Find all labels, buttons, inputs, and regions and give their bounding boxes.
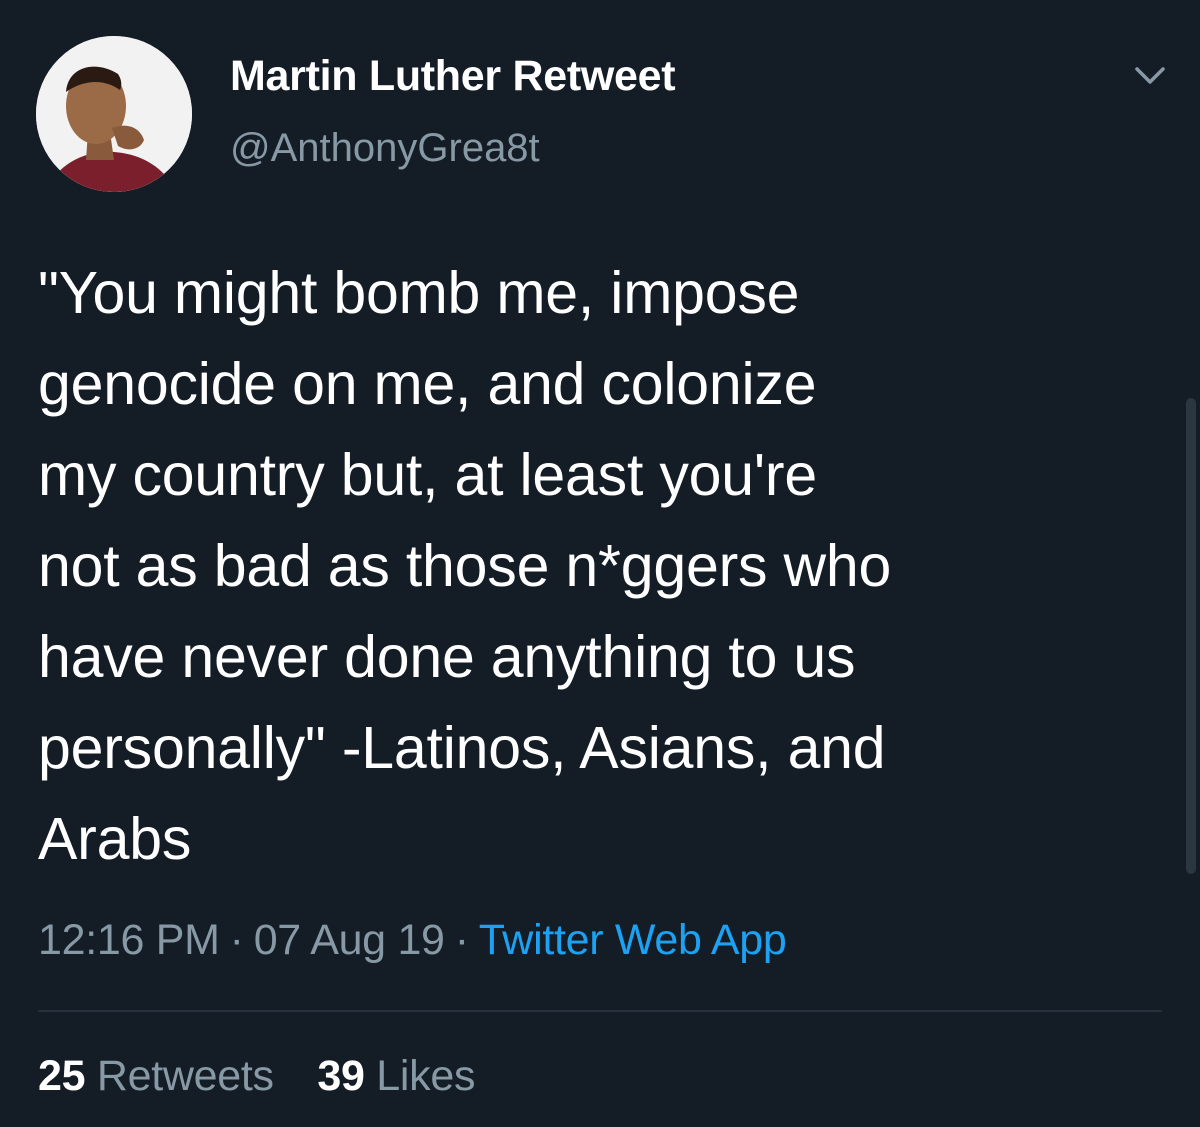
tweet-detail: Martin Luther Retweet @AnthonyGrea8t "Yo… <box>0 0 1200 1127</box>
tweet-time[interactable]: 12:16 PM <box>38 916 220 964</box>
chevron-down-icon[interactable] <box>1132 60 1168 90</box>
divider <box>38 1010 1162 1012</box>
retweets-count: 25 <box>38 1052 86 1100</box>
display-name[interactable]: Martin Luther Retweet <box>230 52 676 101</box>
retweets-stat[interactable]: 25 Retweets <box>38 1052 274 1101</box>
tweet-meta: 12:16 PM · 07 Aug 19 · Twitter Web App <box>38 916 787 965</box>
tweet-text: "You might bomb me, impose genocide on m… <box>38 260 892 872</box>
tweet-stats: 25 Retweets 39 Likes <box>38 1052 475 1101</box>
meta-separator: · <box>229 916 244 964</box>
tweet-date[interactable]: 07 Aug 19 <box>254 916 445 964</box>
tweet-source-link[interactable]: Twitter Web App <box>479 916 787 964</box>
likes-label: Likes <box>376 1052 476 1100</box>
meta-separator: · <box>454 916 469 964</box>
likes-count: 39 <box>317 1052 365 1100</box>
avatar[interactable] <box>36 36 192 192</box>
user-handle[interactable]: @AnthonyGrea8t <box>230 126 540 171</box>
likes-stat[interactable]: 39 Likes <box>317 1052 475 1101</box>
retweets-label: Retweets <box>96 1052 274 1100</box>
scrollbar[interactable] <box>1186 398 1196 874</box>
profile-photo-icon <box>36 36 192 192</box>
